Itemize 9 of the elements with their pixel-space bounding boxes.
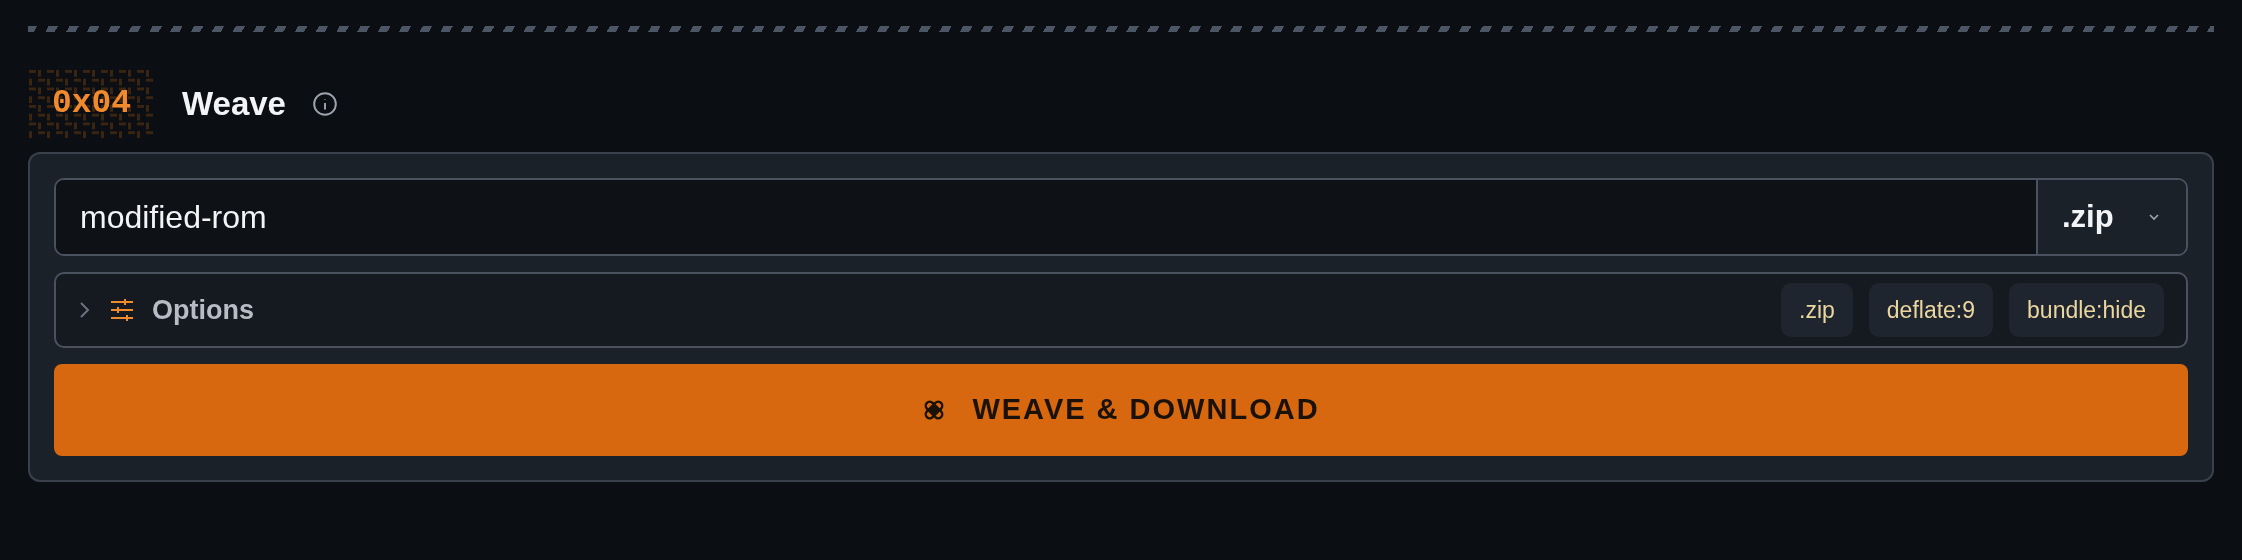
section-title: Weave xyxy=(182,84,286,125)
options-toggle[interactable]: Options xyxy=(152,289,254,331)
option-tag: .zip xyxy=(1781,282,1853,338)
sliders-icon xyxy=(110,299,134,321)
weave-download-button[interactable]: WEAVE & DOWNLOAD xyxy=(54,364,2188,456)
option-tag: deflate:9 xyxy=(1868,282,1994,338)
section-badge: 0x04 xyxy=(28,69,155,139)
info-icon[interactable] xyxy=(311,91,338,117)
option-tag: bundle:hide xyxy=(2009,282,2164,338)
